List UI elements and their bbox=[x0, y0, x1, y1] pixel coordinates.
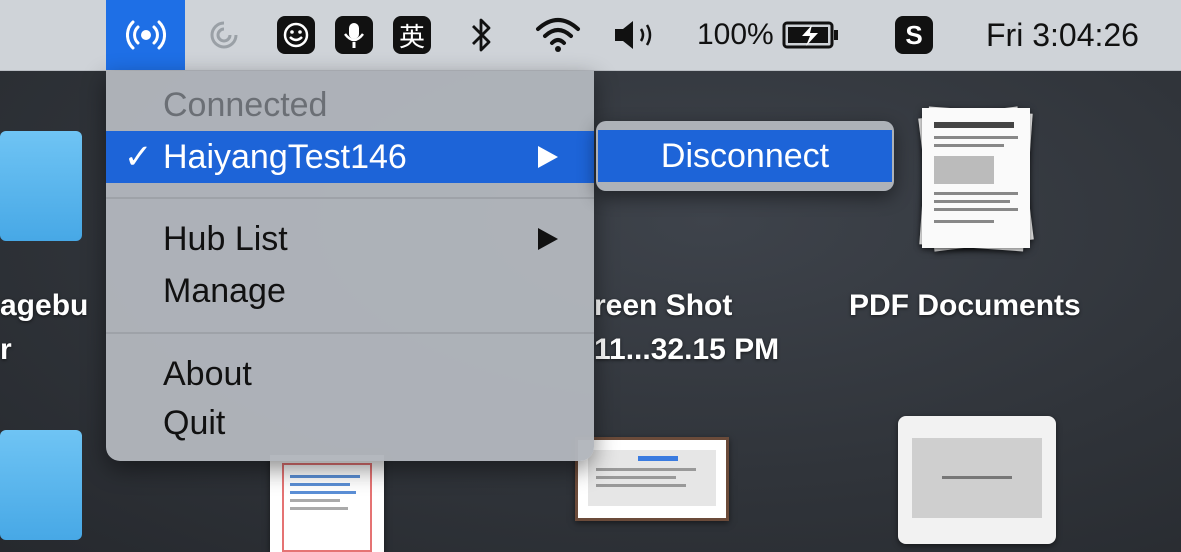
submenu-arrow-icon bbox=[538, 228, 558, 250]
menu-item-label: Manage bbox=[163, 271, 286, 310]
spiral-menu-extra[interactable] bbox=[200, 0, 248, 70]
microphone-icon bbox=[335, 16, 373, 54]
desktop-item-label-line2: 11...32.15 PM bbox=[594, 333, 780, 366]
s-app-menu-extra[interactable]: S bbox=[890, 0, 938, 70]
input-method-menu-extra[interactable]: 英 bbox=[390, 0, 434, 70]
file-thumbnail[interactable] bbox=[575, 437, 729, 521]
menu-separator bbox=[106, 332, 594, 334]
folder-icon[interactable] bbox=[0, 430, 82, 540]
battery-percent: 100% bbox=[697, 18, 774, 51]
wifi-icon bbox=[536, 18, 580, 52]
file-thumbnail[interactable] bbox=[898, 416, 1056, 544]
spiral-icon bbox=[210, 21, 238, 49]
menu-item-label: HaiyangTest146 bbox=[163, 137, 407, 176]
menu-item-label: Disconnect bbox=[660, 136, 830, 175]
submenu-arrow-icon bbox=[538, 146, 558, 168]
checkmark-icon: ✓ bbox=[124, 138, 153, 176]
hub-submenu: Disconnect bbox=[596, 121, 894, 191]
broadcast-menu-extra[interactable] bbox=[106, 0, 185, 70]
screenshot-file-label[interactable]: reen Shot 11...32.15 PM bbox=[594, 284, 779, 372]
battery-menu-extra[interactable]: 100% bbox=[697, 0, 857, 70]
wifi-menu-extra[interactable] bbox=[530, 0, 586, 70]
disconnect-menu-item[interactable]: Disconnect bbox=[598, 130, 892, 182]
clock-text: Fri 3:04:26 bbox=[986, 16, 1139, 53]
menu-item-label: Quit bbox=[163, 403, 226, 442]
menu-item-hub-connected[interactable]: ✓ HaiyangTest146 bbox=[106, 131, 594, 183]
file-thumbnail[interactable] bbox=[270, 455, 384, 552]
microphone-menu-extra[interactable] bbox=[332, 0, 376, 70]
desktop-item-label-line2: r bbox=[0, 333, 12, 366]
desktop-item-label-line1: agebu bbox=[0, 289, 89, 322]
desktop-item-label[interactable]: agebu r bbox=[0, 284, 88, 372]
smiley-menu-extra[interactable] bbox=[274, 0, 318, 70]
volume-menu-extra[interactable] bbox=[608, 0, 666, 70]
menu-bar: 英 100% S Fri 3:04:26 bbox=[0, 0, 1181, 71]
broadcast-dropdown-menu: Connected ✓ HaiyangTest146 Hub List Mana… bbox=[106, 71, 594, 461]
desktop-item-label-line1: reen Shot bbox=[594, 289, 733, 322]
menu-item-label: About bbox=[163, 354, 252, 393]
bluetooth-icon bbox=[472, 18, 491, 52]
menu-header-label: Connected bbox=[163, 85, 328, 124]
menu-item-quit[interactable]: Quit bbox=[106, 397, 594, 449]
clock[interactable]: Fri 3:04:26 bbox=[986, 0, 1181, 70]
menu-item-hub-list[interactable]: Hub List bbox=[106, 213, 594, 265]
broadcast-icon bbox=[125, 20, 166, 50]
bluetooth-menu-extra[interactable] bbox=[462, 0, 502, 70]
s-app-icon: S bbox=[895, 16, 933, 54]
menu-item-label: Hub List bbox=[163, 219, 288, 258]
menu-item-manage[interactable]: Manage bbox=[106, 265, 594, 317]
menu-separator bbox=[106, 197, 594, 199]
battery-icon bbox=[782, 21, 838, 49]
pdf-documents-label[interactable]: PDF Documents bbox=[849, 284, 1081, 328]
menu-header-connected: Connected bbox=[106, 79, 594, 131]
folder-icon[interactable] bbox=[0, 131, 82, 241]
menu-item-about[interactable]: About bbox=[106, 348, 594, 400]
volume-icon bbox=[615, 21, 652, 49]
smiley-icon bbox=[277, 16, 315, 54]
pdf-stack-icon[interactable] bbox=[916, 104, 1038, 254]
input-method-icon: 英 bbox=[393, 16, 431, 54]
